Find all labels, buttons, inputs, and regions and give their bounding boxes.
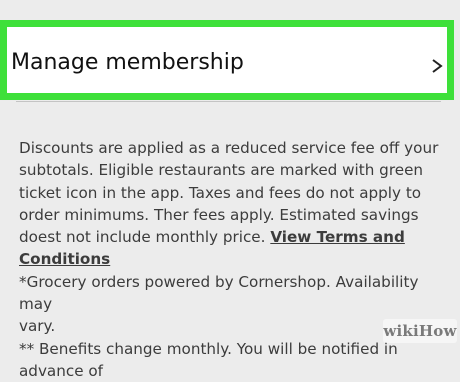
benefits-note: ** Benefits change monthly. You will be …	[19, 338, 451, 382]
benefits-note-text: ** Benefits change monthly. You will be …	[19, 339, 398, 358]
benefits-note-tail: advance of	[19, 361, 104, 380]
manage-membership-label: Manage membership	[11, 50, 244, 75]
wikihow-watermark: wikiHow	[383, 319, 457, 343]
membership-disclaimer: Discounts are applied as a reduced servi…	[19, 137, 451, 382]
manage-membership-row[interactable]: Manage membership	[0, 20, 454, 100]
terms-link-line2: Conditions	[19, 250, 111, 269]
disclaimer-paragraph-1: Discounts are applied as a reduced servi…	[19, 137, 451, 271]
chevron-right-icon	[432, 59, 443, 73]
divider	[16, 101, 441, 102]
terms-link-line1: View Terms and	[270, 228, 405, 247]
